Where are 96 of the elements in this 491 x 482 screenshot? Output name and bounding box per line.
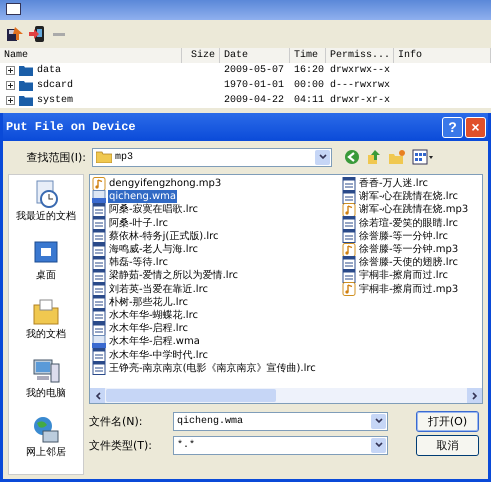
file-item[interactable]: 韩磊-等待.lrc — [108, 256, 169, 270]
file-item[interactable]: qicheng.wma — [108, 190, 178, 204]
music-file-icon — [342, 202, 356, 217]
text-file-icon — [92, 242, 106, 257]
folder-icon — [19, 95, 33, 106]
save-to-pc-icon[interactable] — [6, 25, 24, 43]
file-item[interactable]: 阿桑-叶子.lrc — [108, 216, 169, 230]
scroll-thumb[interactable] — [106, 389, 276, 402]
file-item[interactable]: 徐若瑄-爱笑的眼睛.lrc — [358, 216, 459, 230]
file-item[interactable]: 刘若英-当爱在靠近.lrc — [108, 282, 209, 296]
file-name-field[interactable]: qicheng.wma — [173, 412, 388, 430]
text-file-icon — [342, 268, 356, 283]
view-menu-icon[interactable] — [412, 149, 434, 165]
music-file-icon — [342, 242, 356, 257]
file-item[interactable]: 蔡依林-特务j(正式版).lrc — [108, 230, 220, 243]
table-cell-text: 1970-01-01 — [224, 79, 284, 93]
file-item[interactable]: 水木年华-中学时代.lrc — [108, 348, 209, 362]
text-file-icon — [92, 216, 106, 230]
dialog-title: Put File on Device — [6, 120, 137, 134]
folder-icon — [19, 65, 33, 76]
file-item[interactable]: 梁静茹-爱情之所以为爱情.lrc — [108, 269, 239, 282]
table-cell-text: system — [37, 94, 74, 108]
music-file-icon — [342, 282, 356, 296]
table-cell-text: d---rwxrwx — [330, 78, 390, 93]
table-cell-text: 2009-05-07 — [224, 64, 284, 78]
media-file-icon — [92, 334, 106, 349]
up-folder-icon[interactable] — [366, 149, 382, 165]
table-cell-text: data — [37, 64, 62, 78]
documents-place-icon[interactable] — [31, 297, 61, 327]
text-file-icon — [342, 256, 356, 270]
text-file-icon — [92, 282, 106, 296]
text-file-icon — [92, 268, 106, 283]
close-button[interactable]: × — [465, 116, 486, 138]
text-file-icon — [342, 176, 356, 191]
file-item[interactable]: 水木年华-蝴蝶花.lrc — [108, 308, 199, 322]
window-icon — [6, 3, 21, 15]
text-file-icon — [92, 202, 106, 217]
table-cell-text: drwxr-xr-x — [330, 94, 390, 108]
file-item[interactable]: 徐誉滕-等一分钟.mp3 — [358, 243, 460, 256]
file-item[interactable]: 香香-万人迷.lrc — [358, 177, 429, 190]
network-place-icon[interactable] — [31, 415, 61, 445]
file-item[interactable]: 徐誉滕-天使的翅膀.lrc — [358, 256, 459, 270]
place-label[interactable]: 我的文档 — [26, 327, 66, 341]
table-cell-text: 04:11 — [294, 94, 324, 108]
file-item[interactable]: 徐誉滕-等一分钟.lrc — [358, 230, 449, 243]
open-button[interactable]: 打开(O) — [416, 410, 479, 432]
music-file-icon — [92, 176, 106, 191]
back-icon[interactable] — [344, 149, 360, 165]
file-item[interactable]: 宇桐非-擦肩而过.lrc — [358, 269, 449, 282]
text-file-icon — [342, 216, 356, 230]
look-in-label: 查找范围(I): — [25, 150, 86, 164]
expand-toggle[interactable] — [6, 96, 15, 105]
table-cell-text: 2009-04-22 — [224, 94, 284, 108]
file-item[interactable]: 海鸣威-老人与海.lrc — [108, 243, 199, 256]
folder-icon — [96, 151, 112, 163]
file-type-dropdown[interactable]: *.* — [173, 436, 388, 454]
place-label[interactable]: 网上邻居 — [26, 445, 66, 459]
text-file-icon — [92, 361, 106, 376]
place-label[interactable]: 我的电脑 — [26, 386, 66, 400]
folder-icon — [19, 80, 33, 91]
text-file-icon — [92, 308, 106, 322]
text-file-icon — [92, 256, 106, 270]
place-label[interactable]: 桌面 — [36, 268, 56, 282]
file-item[interactable]: 水木年华-启程.lrc — [108, 322, 189, 336]
text-file-icon — [342, 229, 356, 244]
push-to-device-icon[interactable] — [28, 25, 46, 43]
table-cell-text: drwxrwx--x — [330, 64, 390, 78]
file-item[interactable]: 宇桐非-擦肩而过.mp3 — [358, 282, 460, 296]
delete-icon — [53, 32, 65, 36]
help-button[interactable]: ? — [442, 116, 463, 138]
media-file-icon — [92, 190, 106, 204]
file-item[interactable]: 阿桑-寂寞在唱歌.lrc — [108, 203, 199, 216]
look-in-dropdown[interactable]: mp3 — [92, 148, 332, 166]
file-type-label: 文件类型(T): — [89, 438, 154, 452]
file-item[interactable]: dengyifengzhong.mp3 — [108, 177, 222, 190]
text-file-icon — [92, 229, 106, 244]
file-item[interactable]: 朴树-那些花儿.lrc — [108, 296, 189, 309]
place-label[interactable]: 我最近的文档 — [16, 209, 76, 223]
scroll-left-icon[interactable] — [90, 388, 105, 403]
text-file-icon — [342, 190, 356, 204]
text-file-icon — [92, 322, 106, 336]
table-cell-text: sdcard — [37, 78, 74, 93]
text-file-icon — [92, 348, 106, 362]
file-name-label: 文件名(N): — [89, 414, 144, 428]
file-item[interactable]: 谢军-心在跳情在烧.mp3 — [358, 203, 470, 216]
horizontal-scrollbar[interactable] — [90, 388, 482, 403]
scroll-right-icon[interactable] — [467, 388, 482, 403]
expand-toggle[interactable] — [6, 66, 15, 75]
file-item[interactable]: 谢军-心在跳情在烧.lrc — [358, 190, 459, 204]
table-cell-text: 16:20 — [294, 64, 324, 78]
expand-toggle[interactable] — [6, 81, 15, 90]
table-cell-text: 00:00 — [294, 79, 324, 93]
file-item[interactable]: 王铮亮-南京南京(电影《南京南京》宣传曲).lrc — [108, 362, 317, 375]
text-file-icon — [92, 295, 106, 310]
file-item[interactable]: 水木年华-启程.wma — [108, 335, 201, 348]
cancel-button[interactable]: 取消 — [416, 434, 479, 456]
